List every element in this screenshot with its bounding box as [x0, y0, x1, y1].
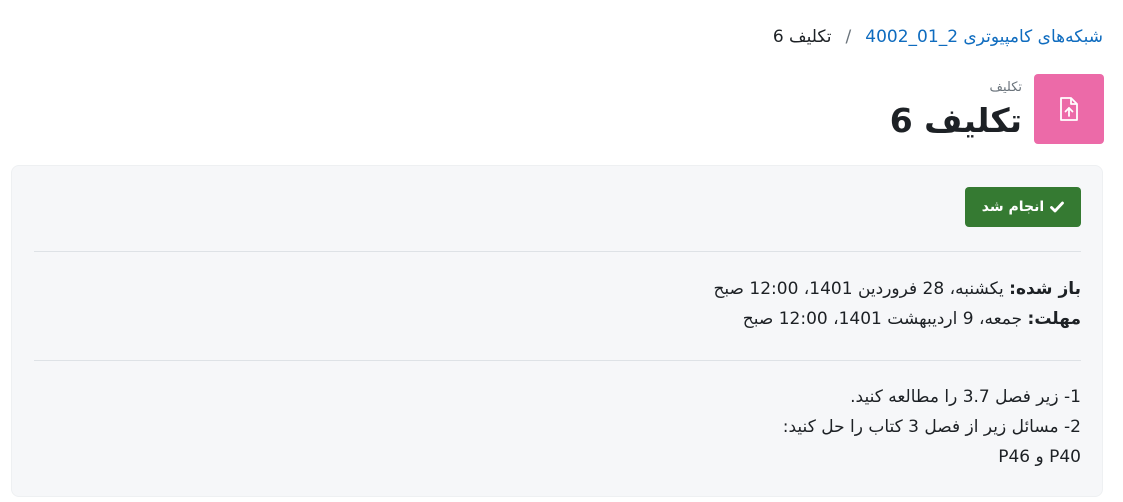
assignment-upload-icon [1034, 74, 1104, 144]
activity-info-panel: انجام شد باز شده: یکشنبه، 28 فروردین 140… [11, 165, 1103, 497]
activity-dates: باز شده: یکشنبه، 28 فروردین 1401، 12:00 … [713, 274, 1081, 334]
assignment-description: 1- زیر فصل 3.7 را مطالعه کنید. 2- مسائل … [783, 382, 1081, 472]
breadcrumb-course-link[interactable]: شبکه‌های کامپیوتری 2_01_4002 [865, 27, 1103, 47]
breadcrumb-current: تکلیف 6 [772, 27, 832, 47]
due-label: مهلت: [1027, 309, 1081, 329]
completion-done-button[interactable]: انجام شد [965, 187, 1081, 227]
page-header: تکلیف تکلیف 6 [890, 74, 1104, 144]
page-title: تکلیف 6 [889, 100, 1022, 140]
divider [34, 251, 1081, 252]
due-value: جمعه، 9 اردیبهشت 1401، 12:00 صبح [742, 309, 1023, 329]
due-date-row: مهلت: جمعه، 9 اردیبهشت 1401، 12:00 صبح [713, 304, 1081, 334]
breadcrumb: شبکه‌های کامپیوتری 2_01_4002 / تکلیف 6 [773, 27, 1103, 47]
divider [34, 360, 1081, 361]
description-line: 2- مسائل زیر از فصل 3 کتاب را حل کنید: [782, 417, 1081, 437]
opened-label: باز شده: [1009, 279, 1081, 299]
opened-date-row: باز شده: یکشنبه، 28 فروردین 1401، 12:00 … [713, 274, 1081, 304]
check-icon [1050, 201, 1065, 213]
header-text: تکلیف تکلیف 6 [890, 78, 1022, 141]
breadcrumb-separator: / [845, 27, 852, 47]
assignment-page: شبکه‌های کامپیوتری 2_01_4002 / تکلیف 6 ت… [0, 0, 1123, 502]
opened-value: یکشنبه، 28 فروردین 1401، 12:00 صبح [713, 279, 1004, 299]
description-line: 1- زیر فصل 3.7 را مطالعه کنید. [850, 387, 1081, 407]
description-line: P40 و P46 [998, 447, 1081, 467]
completion-label: انجام شد [981, 199, 1045, 215]
activity-type-label: تکلیف [989, 79, 1022, 95]
